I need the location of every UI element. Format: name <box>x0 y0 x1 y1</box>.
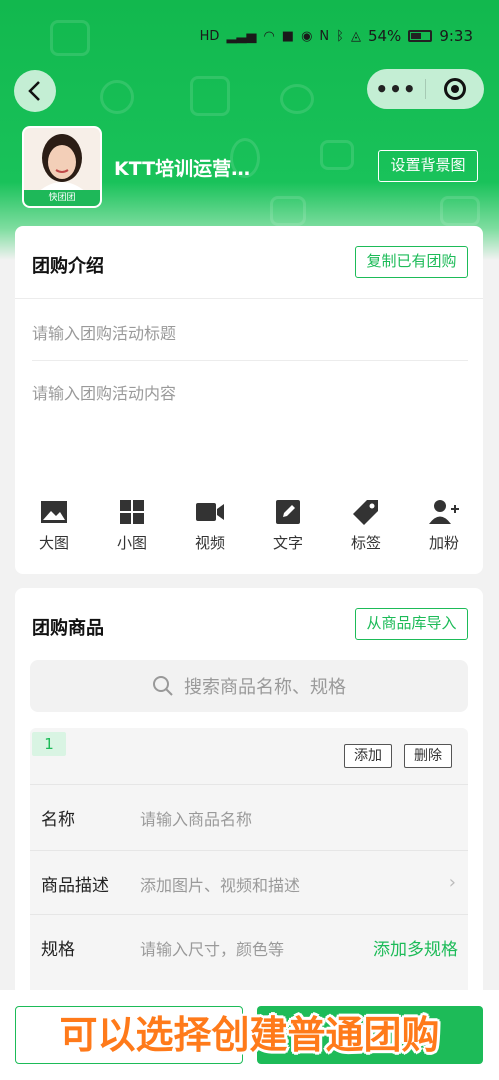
tool-label: 大图 <box>38 534 69 552</box>
goods-title: 团购商品 <box>32 618 104 639</box>
bg-pattern-icon <box>320 140 354 170</box>
avatar-badge: 快团团 <box>24 190 100 206</box>
delete-item-button[interactable]: 删除 <box>404 744 452 768</box>
divider <box>32 360 468 361</box>
chevron-right-icon: › <box>448 872 456 893</box>
tool-label: 小图 <box>116 534 147 552</box>
eye-icon: ◉ <box>301 28 313 44</box>
bg-pattern-icon <box>280 84 314 114</box>
add-fans-icon <box>429 500 459 524</box>
description-input[interactable]: 添加图片、视频和描述 <box>140 872 300 896</box>
search-placeholder: 搜索商品名称、规格 <box>184 677 346 698</box>
tool-label: 文字 <box>272 534 303 552</box>
mini-program-capsule: ••• <box>367 69 484 109</box>
battery-percent: 54% <box>367 27 402 45</box>
bg-pattern-icon <box>270 196 306 226</box>
video-caption: 可以选择创建普通团购 <box>59 1013 440 1057</box>
spec-row[interactable]: 规格 请输入尺寸，颜色等 添加多规格 <box>30 914 468 978</box>
tool-text[interactable]: 文字 <box>249 498 327 553</box>
mute-icon: ◬ <box>350 28 361 44</box>
tool-label: 视频 <box>194 534 225 552</box>
name-input[interactable]: 请输入商品名称 <box>140 806 252 830</box>
edit-text-icon <box>276 500 300 524</box>
activity-title-input[interactable]: 请输入团购活动标题 <box>32 320 176 344</box>
goods-card: 团购商品 从商品库导入 搜索商品名称、规格 1 添加 删除 名称 请输入商品名称… <box>15 588 483 1018</box>
wifi-icon: ◠ <box>263 28 275 44</box>
more-icon[interactable]: ••• <box>367 77 425 101</box>
search-input[interactable]: 搜索商品名称、规格 <box>30 660 468 712</box>
import-from-library-button[interactable]: 从商品库导入 <box>355 608 468 640</box>
copy-groupbuy-button[interactable]: 复制已有团购 <box>355 246 468 278</box>
battery-icon <box>408 30 433 42</box>
add-item-button[interactable]: 添加 <box>344 744 392 768</box>
name-row[interactable]: 名称 请输入商品名称 <box>30 784 468 848</box>
tool-tag[interactable]: 标签 <box>327 498 405 553</box>
add-multi-spec-link[interactable]: 添加多规格 <box>373 935 458 960</box>
intro-title: 团购介绍 <box>32 256 104 277</box>
chevron-left-icon <box>28 81 40 101</box>
set-background-button[interactable]: 设置背景图 <box>378 150 478 182</box>
tool-label: 标签 <box>350 534 381 552</box>
spec-label: 规格 <box>41 940 75 960</box>
description-row[interactable]: 商品描述 添加图片、视频和描述 › <box>30 850 468 914</box>
avatar-photo <box>24 128 100 192</box>
bg-pattern-icon <box>440 196 480 226</box>
nfc-icon: N <box>319 28 330 44</box>
tool-label: 加粉 <box>428 534 459 552</box>
tool-add-fans[interactable]: 加粉 <box>405 498 483 553</box>
video-icon <box>196 503 224 521</box>
back-button[interactable] <box>14 70 56 112</box>
close-mini-program-button[interactable] <box>426 78 484 100</box>
avatar[interactable]: 快团团 <box>22 126 102 208</box>
signal-icon: ▂▃▅ <box>226 28 257 44</box>
image-large-icon <box>41 501 67 523</box>
intro-card: 团购介绍 复制已有团购 请输入团购活动标题 请输入团购活动内容 大图 小图 视频… <box>15 226 483 574</box>
status-bar: HD ▂▃▅ ◠ ■ ◉ N ᛒ ◬ 54% 9:33 <box>0 0 499 72</box>
image-grid-icon <box>120 500 144 524</box>
tool-video[interactable]: 视频 <box>171 498 249 553</box>
clock: 9:33 <box>439 27 473 45</box>
bg-pattern-icon <box>190 76 230 116</box>
description-label: 商品描述 <box>41 876 109 896</box>
name-label: 名称 <box>41 810 75 830</box>
activity-content-input[interactable]: 请输入团购活动内容 <box>32 380 176 404</box>
search-icon <box>153 676 173 696</box>
spec-input[interactable]: 请输入尺寸，颜色等 <box>140 936 284 960</box>
goods-item: 1 添加 删除 名称 请输入商品名称 商品描述 添加图片、视频和描述 › 规格 … <box>30 728 468 1018</box>
hd-icon: HD <box>199 28 220 44</box>
tool-small-image[interactable]: 小图 <box>93 498 171 553</box>
tool-large-image[interactable]: 大图 <box>15 498 93 553</box>
bluetooth-icon: ᛒ <box>336 28 344 44</box>
content-tools: 大图 小图 视频 文字 标签 加粉 <box>15 498 483 553</box>
item-index: 1 <box>32 732 66 756</box>
store-name: KTT培训运营… <box>114 158 251 180</box>
divider <box>15 298 483 299</box>
bg-pattern-icon <box>100 80 134 114</box>
tag-icon <box>353 500 378 525</box>
video-icon: ■ <box>281 28 295 44</box>
target-icon <box>444 78 466 100</box>
